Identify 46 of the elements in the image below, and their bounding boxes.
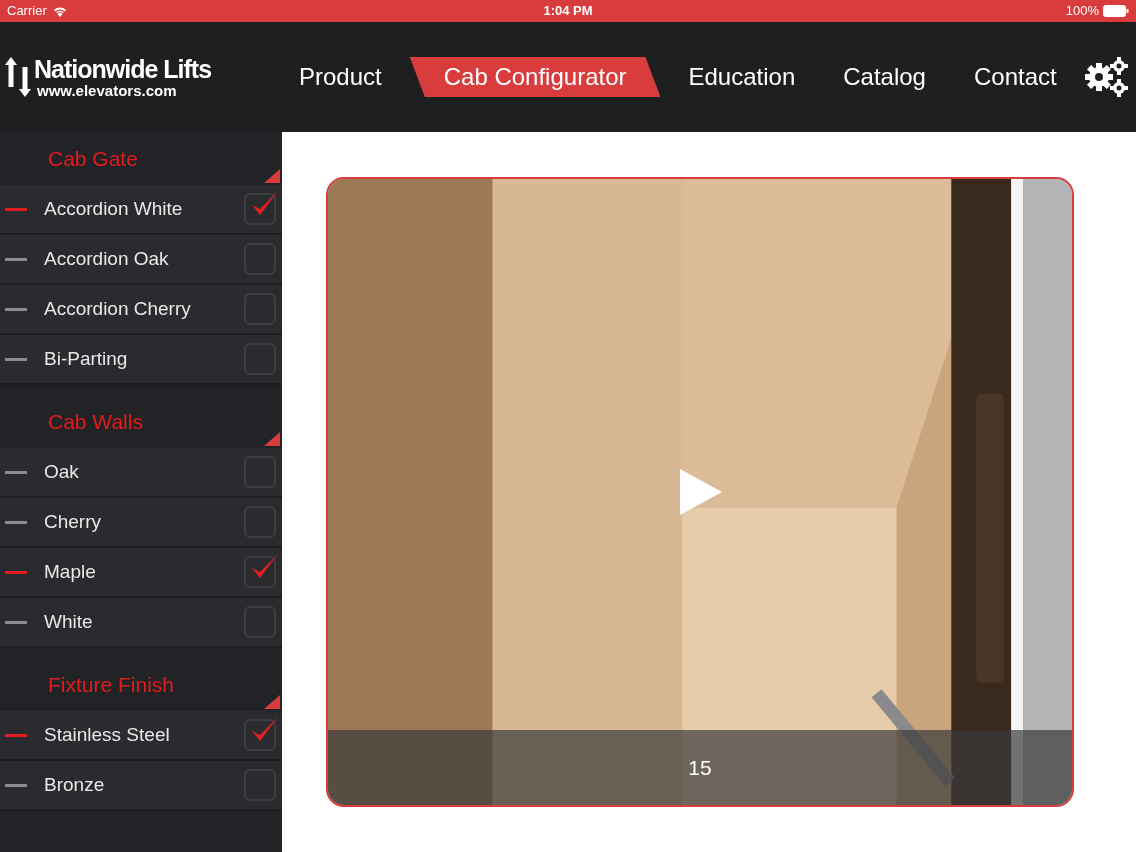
option-label: Bronze [44,772,106,797]
up-down-arrows-icon [5,57,31,97]
corner-triangle-icon [264,695,280,709]
logo-name: Nationwide Lifts [34,55,212,83]
option-label: Bi-Parting [44,346,129,371]
option-row[interactable]: Bronze [0,761,282,811]
corner-triangle-icon [264,169,280,183]
section-title: Cab Gate [48,145,138,172]
section-title: Fixture Finish [48,671,175,698]
checkbox[interactable] [244,719,276,751]
caption-text: 15 [688,754,712,781]
video-player[interactable]: 15 [326,177,1074,807]
nav-tab[interactable]: Education [668,57,816,97]
option-row[interactable]: Accordion Cherry [0,285,282,335]
option-row[interactable]: Stainless Steel [0,711,282,761]
settings-icon[interactable] [1084,57,1129,97]
logo-url: www.elevators.com [37,83,178,99]
corner-triangle-icon [264,432,280,446]
wifi-icon [52,5,67,17]
nav-tab[interactable]: Product [279,57,402,97]
option-row[interactable]: Cherry [0,498,282,548]
option-label: Oak [44,459,80,484]
clock-text: 1:04 PM [543,2,593,21]
option-label: White [44,609,94,634]
nav-tab[interactable]: Cab Configurator [409,57,661,97]
option-label: Accordion White [44,196,184,221]
option-label: Maple [44,559,97,584]
battery-icon [1103,5,1129,17]
checkbox[interactable] [244,193,276,225]
carrier-text: Carrier [7,2,47,21]
option-row[interactable]: Maple [0,548,282,598]
checkbox[interactable] [244,556,276,588]
option-label: Accordion Oak [44,246,170,271]
option-row[interactable]: Bi-Parting [0,335,282,385]
option-row[interactable]: Accordion Oak [0,235,282,285]
nav-tab[interactable]: Contact [953,57,1077,97]
section-title: Cab Walls [48,408,143,435]
option-label: Cherry [44,509,102,534]
nav-tab[interactable]: Catalog [823,57,946,97]
battery-text: 100% [1065,2,1099,21]
option-label: Stainless Steel [44,722,171,747]
play-icon[interactable] [678,467,724,517]
option-row[interactable]: Oak [0,448,282,498]
option-row[interactable]: Accordion White [0,185,282,235]
option-row[interactable]: White [0,598,282,648]
option-label: Accordion Cherry [44,296,192,321]
